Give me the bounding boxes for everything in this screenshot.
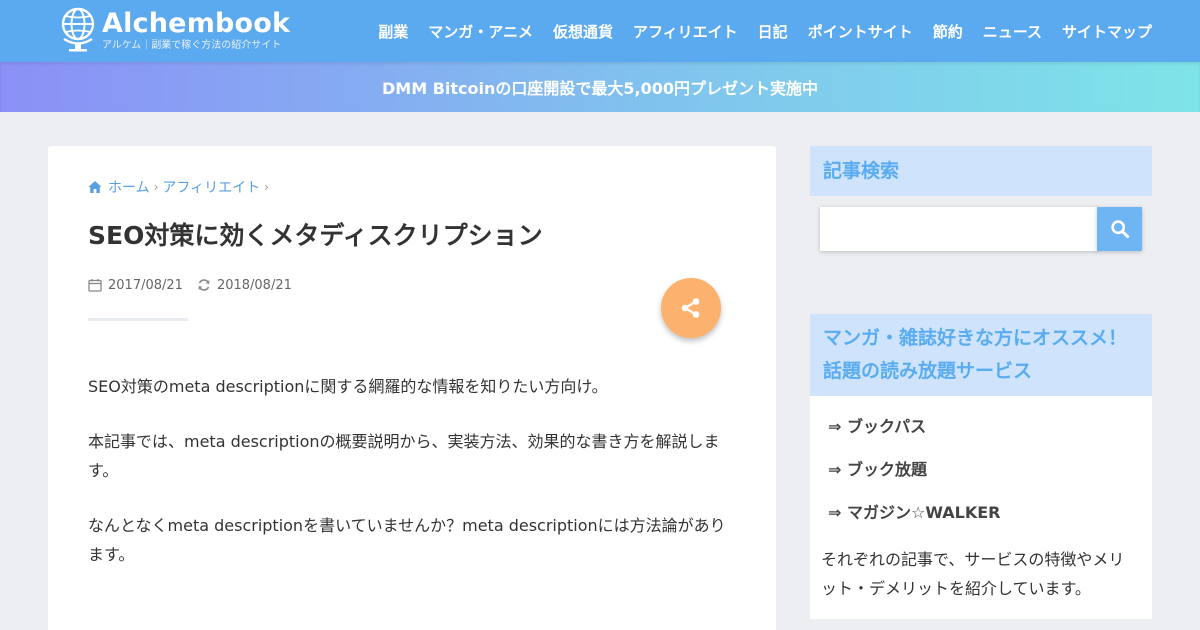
search-input[interactable] <box>820 207 1098 251</box>
nav-item-sitemap[interactable]: サイトマップ <box>1062 21 1152 42</box>
breadcrumb: ホーム › アフィリエイト › <box>88 178 273 196</box>
sidebar: 記事検索 マンガ・雑誌好きな方にオススメ！話題の読み放題サービス ⇒ ブックパス… <box>810 146 1152 619</box>
article-body: SEO対策のmeta descriptionに関する網羅的な情報を知りたい方向け… <box>88 372 738 595</box>
share-icon <box>681 298 700 318</box>
published-date: 2017/08/21 <box>108 277 183 293</box>
link-book-houdai[interactable]: ⇒ ブック放題 <box>828 445 1142 488</box>
search-button[interactable] <box>1097 207 1142 251</box>
article-title: SEO対策に効くメタディスクリプション <box>88 221 543 250</box>
title-divider <box>88 318 188 321</box>
calendar-icon <box>88 279 102 292</box>
search-icon <box>1110 220 1129 239</box>
logo-tagline: アルケム｜副業で稼ぐ方法の紹介サイト <box>102 40 282 51</box>
article-dates: 2017/08/21 2018/08/21 <box>88 276 292 294</box>
nav-item-saving[interactable]: 節約 <box>933 21 963 42</box>
breadcrumb-home[interactable]: ホーム <box>108 177 150 197</box>
logo-title: Alchembook <box>102 8 291 39</box>
chevron-right-icon: › <box>153 180 159 194</box>
article-paragraph: SEO対策のmeta descriptionに関する網羅的な情報を知りたい方向け… <box>88 377 608 396</box>
updated-date: 2018/08/21 <box>216 277 292 293</box>
refresh-icon <box>198 279 210 291</box>
article-paragraph: なんとなくmeta descriptionを書いていませんか？meta desc… <box>88 516 726 564</box>
link-magazine-walker[interactable]: ⇒ マガジン☆WALKER <box>828 488 1142 531</box>
nav-item-point-site[interactable]: ポイントサイト <box>808 21 913 42</box>
chevron-right-icon: › <box>264 180 269 194</box>
widget-description: それぞれの記事で、サービスの特徴やメリット・デメリットを紹介しています。 <box>821 550 1125 598</box>
breadcrumb-category[interactable]: アフィリエイト <box>162 177 260 197</box>
nav-item-affiliate[interactable]: アフィリエイト <box>633 21 738 42</box>
nav-item-news[interactable]: ニュース <box>983 21 1042 42</box>
nav-item-manga-anime[interactable]: マンガ・アニメ <box>428 21 533 42</box>
main-nav: 副業 マンガ・アニメ 仮想通貨 アフィリエイト 日記 ポイントサイト 節約 ニュ… <box>358 0 1152 62</box>
article-card: ホーム › アフィリエイト › SEO対策に効くメタディスクリプション 2017… <box>48 146 776 630</box>
site-logo[interactable]: Alchembook アルケム｜副業で稼ぐ方法の紹介サイト <box>58 6 290 56</box>
share-button[interactable] <box>661 278 721 338</box>
site-header: Alchembook アルケム｜副業で稼ぐ方法の紹介サイト 副業 マンガ・アニメ… <box>0 0 1200 62</box>
nav-item-crypto[interactable]: 仮想通貨 <box>553 21 613 42</box>
widget-heading: マンガ・雑誌好きな方にオススメ！話題の読み放題サービス <box>810 314 1152 396</box>
nav-item-diary[interactable]: 日記 <box>758 21 788 42</box>
search-heading: 記事検索 <box>810 146 1152 196</box>
link-bookpass[interactable]: ⇒ ブックパス <box>828 402 1142 445</box>
promo-banner[interactable]: DMM Bitcoinの口座開設で最大5,000円プレゼント実施中 <box>0 62 1200 112</box>
search-widget <box>810 196 1152 314</box>
promo-banner-text[interactable]: DMM Bitcoinの口座開設で最大5,000円プレゼント実施中 <box>382 75 818 99</box>
service-links: ⇒ ブックパス ⇒ ブック放題 ⇒ マガジン☆WALKER <box>810 396 1152 531</box>
nav-item-sidejob[interactable]: 副業 <box>378 21 408 42</box>
globe-logo-icon <box>61 7 95 52</box>
home-icon <box>88 181 102 193</box>
article-paragraph: 本記事では、meta descriptionの概要説明から、実装方法、効果的な書… <box>88 432 720 480</box>
reading-service-widget: マンガ・雑誌好きな方にオススメ！話題の読み放題サービス ⇒ ブックパス ⇒ ブッ… <box>810 314 1152 619</box>
